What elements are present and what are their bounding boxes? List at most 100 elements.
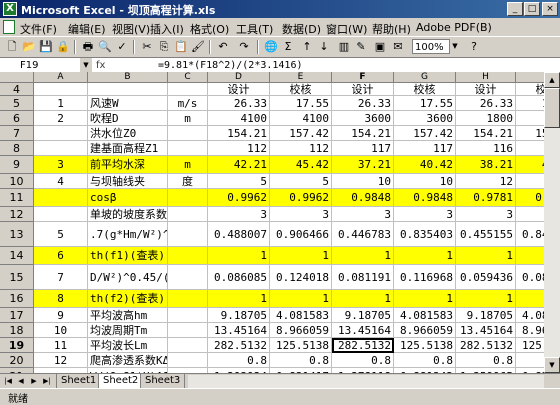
cell-f18[interactable]: 13.45164	[332, 323, 394, 338]
prev-sheet-icon[interactable]: ◀	[15, 375, 27, 388]
column-header-f[interactable]: F	[332, 72, 394, 83]
worksheet-grid[interactable]: ABCDEFGHI4设计校核设计校核设计校核51风速Wm/s26.3317.55…	[0, 72, 544, 373]
cell-f5[interactable]: 26.33	[332, 96, 394, 111]
row-header-14[interactable]: 14	[0, 247, 34, 265]
cell-h16[interactable]: 1	[456, 290, 516, 308]
sheet-tab-1[interactable]: Sheet1	[56, 374, 102, 389]
menu-window[interactable]: 窗口(W)	[326, 21, 367, 37]
row-header-5[interactable]: 5	[0, 96, 34, 111]
cell-a6[interactable]: 2	[34, 111, 88, 126]
cell-d17[interactable]: 9.18705	[208, 308, 270, 323]
cell-g12[interactable]: 3	[394, 207, 456, 222]
cell-f4[interactable]: 设计	[332, 83, 394, 96]
cell-f10[interactable]: 10	[332, 174, 394, 189]
cell-b13[interactable]: .7(g*Hm/W²)^0.7	[88, 222, 168, 247]
cut-icon[interactable]: ✂	[139, 39, 155, 55]
cell-b19[interactable]: 平均波长Lm	[88, 338, 168, 353]
menu-insert[interactable]: 插入(I)	[150, 21, 184, 37]
cell-f15[interactable]: 0.081191	[332, 265, 394, 290]
cell-g20[interactable]: 0.8	[394, 353, 456, 368]
column-header-c[interactable]: C	[168, 72, 208, 83]
next-sheet-icon[interactable]: ▶	[28, 375, 40, 388]
sheet-tab-3[interactable]: Sheet3	[140, 374, 186, 389]
hyperlink-icon[interactable]: 🌐	[263, 39, 279, 55]
cell-d9[interactable]: 42.21	[208, 156, 270, 174]
cell-g7[interactable]: 157.42	[394, 126, 456, 141]
column-header-a[interactable]: A	[34, 72, 88, 83]
row-header-4[interactable]: 4	[0, 83, 34, 96]
cell-g5[interactable]: 17.55	[394, 96, 456, 111]
cell-h7[interactable]: 154.21	[456, 126, 516, 141]
redo-icon[interactable]: ↷	[236, 39, 252, 55]
cell-f11[interactable]: 0.9848	[332, 189, 394, 207]
cell-e5[interactable]: 17.55	[270, 96, 332, 111]
menu-file[interactable]: 文件(F)	[20, 21, 57, 37]
cell-d14[interactable]: 1	[208, 247, 270, 265]
cell-d11[interactable]: 0.9962	[208, 189, 270, 207]
column-header-e[interactable]: E	[270, 72, 332, 83]
column-header-g[interactable]: G	[394, 72, 456, 83]
cell-d19[interactable]: 282.5132	[208, 338, 270, 353]
menu-data[interactable]: 数据(D)	[282, 21, 321, 37]
cell-i8[interactable]: 116	[516, 141, 544, 156]
cell-i16[interactable]: 1	[516, 290, 544, 308]
cell-e13[interactable]: 0.906466	[270, 222, 332, 247]
vertical-scrollbar[interactable]: ▲ ▼	[544, 72, 560, 373]
cell-f20[interactable]: 0.8	[332, 353, 394, 368]
scroll-up-icon[interactable]: ▲	[544, 72, 560, 88]
cell-i6[interactable]: 1800	[516, 111, 544, 126]
sheet-tab-2[interactable]: Sheet2	[98, 374, 144, 389]
zoom-select[interactable]: 100%	[412, 39, 450, 54]
cell-h9[interactable]: 38.21	[456, 156, 516, 174]
column-header-i[interactable]: I	[516, 72, 544, 83]
row-header-13[interactable]: 13	[0, 222, 34, 247]
row-header-16[interactable]: 16	[0, 290, 34, 308]
row-header-7[interactable]: 7	[0, 126, 34, 141]
cell-g4[interactable]: 校核	[394, 83, 456, 96]
cell-c16[interactable]	[168, 290, 208, 308]
cell-b11[interactable]: cosβ	[88, 189, 168, 207]
cell-c20[interactable]	[168, 353, 208, 368]
undo-icon[interactable]: ↶	[215, 39, 231, 55]
cell-c11[interactable]	[168, 189, 208, 207]
cell-e17[interactable]: 4.081583	[270, 308, 332, 323]
cell-f13[interactable]: 0.446783	[332, 222, 394, 247]
last-sheet-icon[interactable]: ▶|	[41, 375, 53, 388]
cell-i4[interactable]: 校核	[516, 83, 544, 96]
row-header-9[interactable]: 9	[0, 156, 34, 174]
cell-a12[interactable]	[34, 207, 88, 222]
cell-d6[interactable]: 4100	[208, 111, 270, 126]
cell-a4[interactable]	[34, 83, 88, 96]
cell-c10[interactable]: 度	[168, 174, 208, 189]
cell-e7[interactable]: 157.42	[270, 126, 332, 141]
cell-c19[interactable]	[168, 338, 208, 353]
cell-h19[interactable]: 282.5132	[456, 338, 516, 353]
cell-h10[interactable]: 12	[456, 174, 516, 189]
cell-d12[interactable]: 3	[208, 207, 270, 222]
cell-d7[interactable]: 154.21	[208, 126, 270, 141]
cell-d8[interactable]: 112	[208, 141, 270, 156]
sort-desc-icon[interactable]: ↓	[316, 39, 332, 55]
first-sheet-icon[interactable]: |◀	[2, 375, 14, 388]
cell-a18[interactable]: 10	[34, 323, 88, 338]
cell-b5[interactable]: 风速W	[88, 96, 168, 111]
scroll-thumb[interactable]	[544, 88, 560, 128]
cell-b6[interactable]: 吹程D	[88, 111, 168, 126]
drawing-icon[interactable]: ✎	[353, 39, 369, 55]
row-header-20[interactable]: 20	[0, 353, 34, 368]
cell-h14[interactable]: 1	[456, 247, 516, 265]
cell-f19[interactable]: 282.5132	[332, 338, 394, 353]
cell-h8[interactable]: 116	[456, 141, 516, 156]
menu-view[interactable]: 视图(V)	[112, 21, 150, 37]
cell-c7[interactable]	[168, 126, 208, 141]
cell-h20[interactable]: 0.8	[456, 353, 516, 368]
permission-icon[interactable]: 🔒	[55, 39, 71, 55]
cell-e6[interactable]: 4100	[270, 111, 332, 126]
row-header-17[interactable]: 17	[0, 308, 34, 323]
cell-a14[interactable]: 6	[34, 247, 88, 265]
cell-h6[interactable]: 1800	[456, 111, 516, 126]
sort-asc-icon[interactable]: ↑	[299, 39, 315, 55]
chevron-down-icon[interactable]: ▼	[450, 39, 460, 54]
cell-h12[interactable]: 3	[456, 207, 516, 222]
cell-g10[interactable]: 10	[394, 174, 456, 189]
